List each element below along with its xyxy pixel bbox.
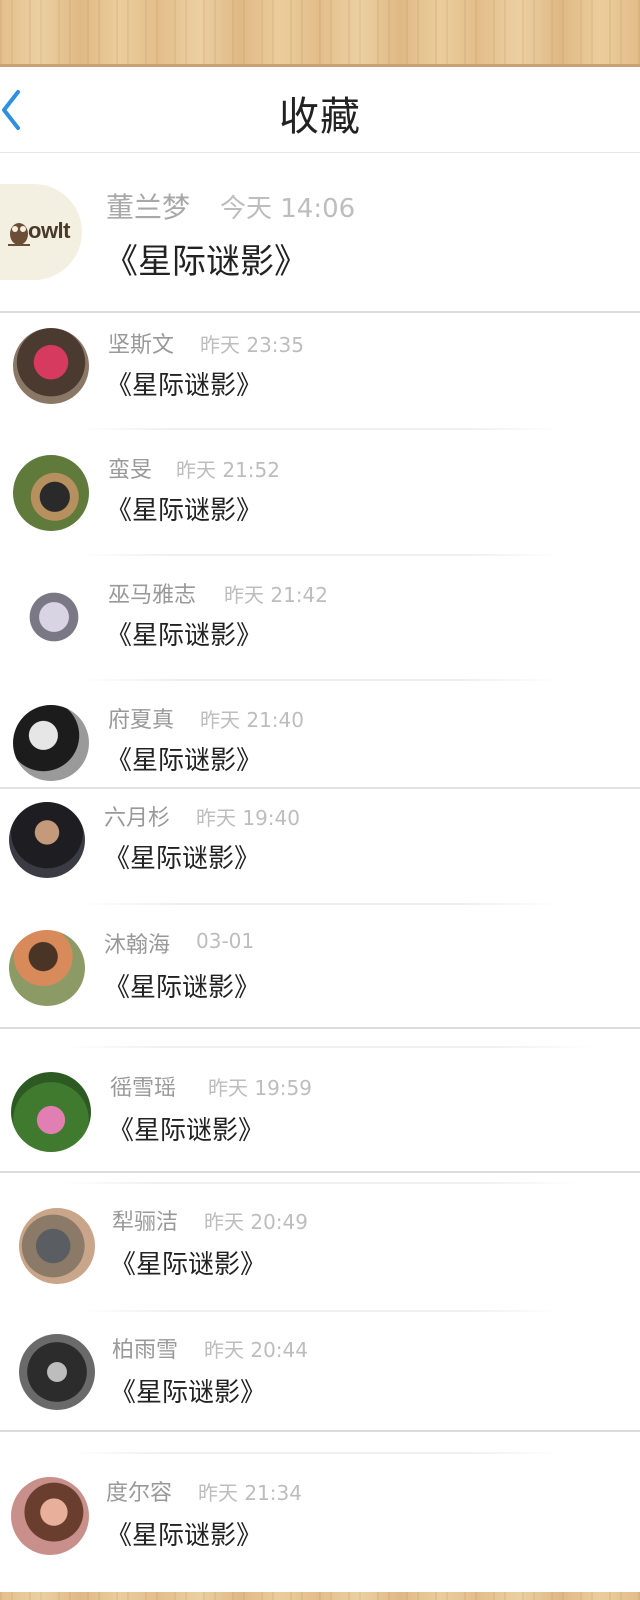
- avatar: [11, 1072, 91, 1152]
- timestamp: 昨天 19:40: [196, 806, 300, 830]
- list-item[interactable]: 犁骊洁 昨天 20:49 《星际谜影》: [0, 1190, 640, 1305]
- banner-edge: [0, 64, 640, 67]
- timestamp: 昨天 21:34: [198, 1481, 302, 1505]
- timestamp: 昨天 19:59: [208, 1076, 312, 1100]
- collection-title: 《星际谜影》: [106, 1521, 263, 1551]
- list-item[interactable]: 蛮旻 昨天 21:52 《星际谜影》: [0, 440, 640, 550]
- list-item[interactable]: 坚斯文 昨天 23:35 《星际谜影》: [0, 315, 640, 425]
- divider: [64, 1046, 594, 1048]
- logo-text: owlt: [28, 218, 71, 243]
- user-name: 度尔容: [106, 1481, 173, 1506]
- page-title: 收藏: [279, 94, 361, 140]
- collection-title: 《星际谜影》: [110, 1378, 267, 1408]
- top-wood-banner: [0, 0, 640, 66]
- list-item[interactable]: 徭雪瑶 昨天 19:59 《星际谜影》: [0, 1050, 640, 1170]
- collection-title: 《星际谜影》: [110, 1250, 267, 1280]
- navigation-bar: 收藏: [0, 68, 640, 153]
- timestamp: 昨天 20:49: [204, 1210, 308, 1234]
- divider: [70, 1452, 560, 1454]
- list-item[interactable]: 巫马雅志 昨天 21:42 《星际谜影》: [0, 565, 640, 675]
- avatar: [19, 1334, 95, 1410]
- list-item[interactable]: 柏雨雪 昨天 20:44 《星际谜影》: [0, 1320, 640, 1430]
- list-item[interactable]: owlt 董兰梦 今天 14:06 《星际谜影》: [0, 152, 640, 312]
- divider: [0, 311, 640, 313]
- avatar: [17, 580, 91, 654]
- timestamp: 03-01: [196, 929, 255, 953]
- user-name: 府夏真: [108, 708, 175, 733]
- timestamp: 昨天 20:44: [204, 1338, 308, 1362]
- collection-title: 《星际谜影》: [104, 844, 261, 874]
- divider: [60, 1182, 580, 1184]
- avatar: [13, 455, 89, 531]
- user-name: 六月杉: [104, 806, 171, 831]
- avatar: [13, 705, 89, 781]
- bottom-wood-strip: [0, 1592, 640, 1600]
- divider: [80, 903, 560, 905]
- divider: [0, 1027, 640, 1029]
- user-name: 巫马雅志: [108, 583, 197, 608]
- divider: [0, 1430, 640, 1432]
- avatar: [11, 1477, 89, 1555]
- collection-title: 《星际谜影》: [104, 973, 261, 1003]
- list-item[interactable]: 六月杉 昨天 19:40 《星际谜影》: [0, 790, 640, 900]
- avatar: [9, 802, 85, 878]
- user-name: 蛮旻: [108, 458, 153, 483]
- collection-title: 《星际谜影》: [106, 496, 263, 526]
- avatar: [13, 328, 89, 404]
- collection-title: 《星际谜影》: [104, 242, 308, 282]
- user-name: 徭雪瑶: [110, 1076, 177, 1101]
- avatar: [9, 930, 85, 1006]
- user-name: 犁骊洁: [112, 1210, 179, 1235]
- divider: [0, 787, 640, 789]
- timestamp: 昨天 23:35: [200, 333, 304, 357]
- list-item[interactable]: 府夏真 昨天 21:40 《星际谜影》: [0, 690, 640, 785]
- avatar: owlt: [0, 184, 82, 280]
- collection-title: 《星际谜影》: [106, 371, 263, 401]
- timestamp: 今天 14:06: [220, 194, 356, 224]
- collection-title: 《星际谜影》: [108, 1116, 265, 1146]
- divider: [80, 554, 560, 556]
- user-name: 坚斯文: [108, 333, 175, 358]
- timestamp: 昨天 21:42: [224, 583, 328, 607]
- collection-title: 《星际谜影》: [106, 746, 263, 776]
- divider: [80, 428, 560, 430]
- timestamp: 昨天 21:52: [176, 458, 280, 482]
- timestamp: 昨天 21:40: [200, 708, 304, 732]
- divider: [80, 1310, 560, 1312]
- collection-title: 《星际谜影》: [106, 621, 263, 651]
- list-item[interactable]: 沐翰海 03-01 《星际谜影》: [0, 915, 640, 1025]
- user-name: 沐翰海: [104, 933, 171, 958]
- user-name: 柏雨雪: [112, 1338, 179, 1363]
- divider: [0, 1171, 640, 1173]
- divider: [80, 679, 560, 681]
- user-name: 董兰梦: [106, 191, 191, 224]
- list-item[interactable]: 度尔容 昨天 21:34 《星际谜影》: [0, 1465, 640, 1575]
- avatar: [19, 1208, 95, 1284]
